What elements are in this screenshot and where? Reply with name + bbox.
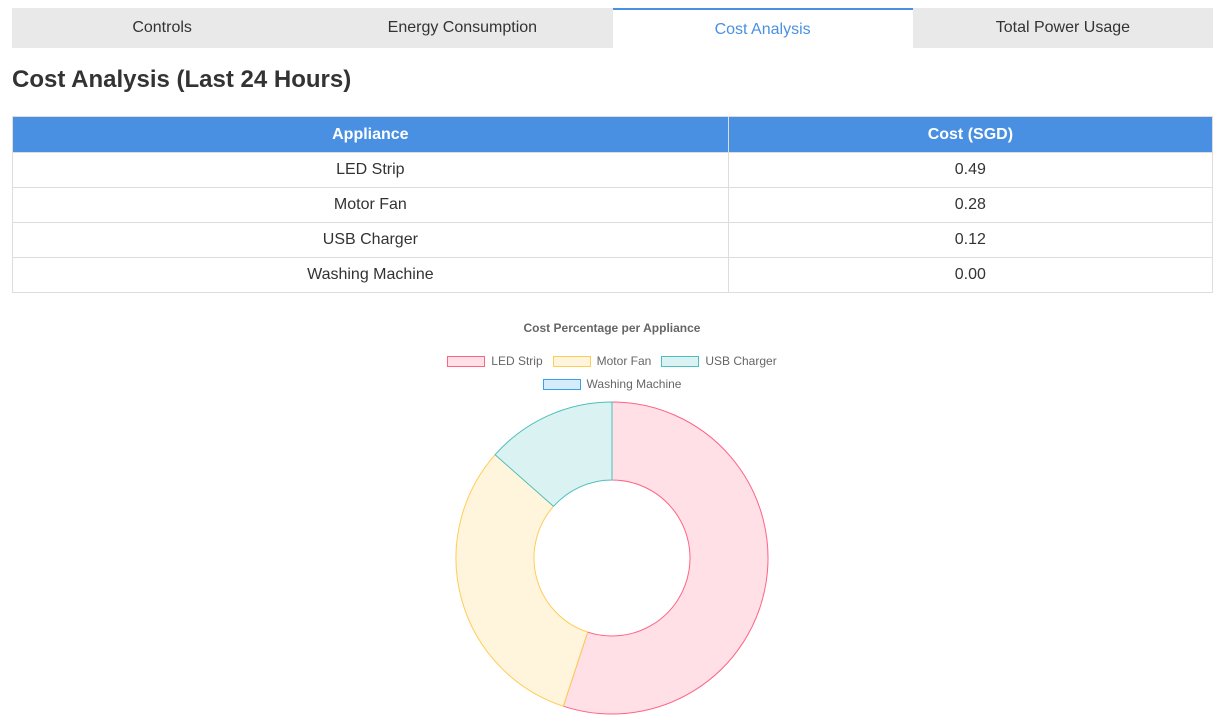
- donut-chart: [455, 401, 769, 715]
- legend-item-led-strip[interactable]: LED Strip: [447, 354, 543, 368]
- appliance-cell: LED Strip: [12, 152, 729, 188]
- cost-cell: 0.00: [727, 257, 1214, 293]
- table-row: USB Charger 0.12: [12, 222, 1214, 258]
- chart-title: Cost Percentage per Appliance: [523, 321, 701, 335]
- table-row: Washing Machine 0.00: [12, 257, 1214, 293]
- tab-controls[interactable]: Controls: [12, 8, 312, 48]
- legend-item-motor-fan[interactable]: Motor Fan: [552, 354, 652, 368]
- cost-cell: 0.12: [727, 222, 1214, 258]
- tab-bar: Controls Energy Consumption Cost Analysi…: [12, 8, 1213, 48]
- cost-cell: 0.28: [727, 187, 1214, 223]
- page-title: Cost Analysis (Last 24 Hours): [12, 66, 352, 93]
- legend-label: Washing Machine: [586, 377, 682, 391]
- legend-label: LED Strip: [491, 354, 543, 368]
- table-row: Motor Fan 0.28: [12, 187, 1214, 223]
- legend-swatch: [661, 355, 700, 367]
- chart-legend-row-2: Washing Machine: [0, 377, 1224, 391]
- cost-cell: 0.49: [727, 152, 1214, 188]
- legend-item-usb-charger[interactable]: USB Charger: [661, 354, 777, 368]
- appliance-cell: Motor Fan: [12, 187, 729, 223]
- legend-swatch: [542, 378, 581, 390]
- legend-label: USB Charger: [705, 354, 777, 368]
- chart-legend-row-1: LED Strip Motor Fan USB Charger: [0, 354, 1224, 368]
- legend-item-washing-machine[interactable]: Washing Machine: [542, 377, 682, 391]
- legend-swatch: [447, 355, 486, 367]
- legend-swatch: [552, 355, 591, 367]
- cost-table: Appliance Cost (SGD) LED Strip 0.49 Moto…: [12, 116, 1214, 293]
- column-header-appliance: Appliance: [12, 116, 729, 153]
- appliance-cell: Washing Machine: [12, 257, 729, 293]
- table-header-row: Appliance Cost (SGD): [12, 116, 1214, 153]
- table-row: LED Strip 0.49: [12, 152, 1214, 188]
- column-header-cost: Cost (SGD): [727, 116, 1214, 153]
- appliance-cell: USB Charger: [12, 222, 729, 258]
- legend-label: Motor Fan: [596, 354, 652, 368]
- tab-cost-analysis[interactable]: Cost Analysis: [612, 8, 913, 48]
- tab-total-power-usage[interactable]: Total Power Usage: [913, 8, 1213, 48]
- tab-energy-consumption[interactable]: Energy Consumption: [312, 8, 612, 48]
